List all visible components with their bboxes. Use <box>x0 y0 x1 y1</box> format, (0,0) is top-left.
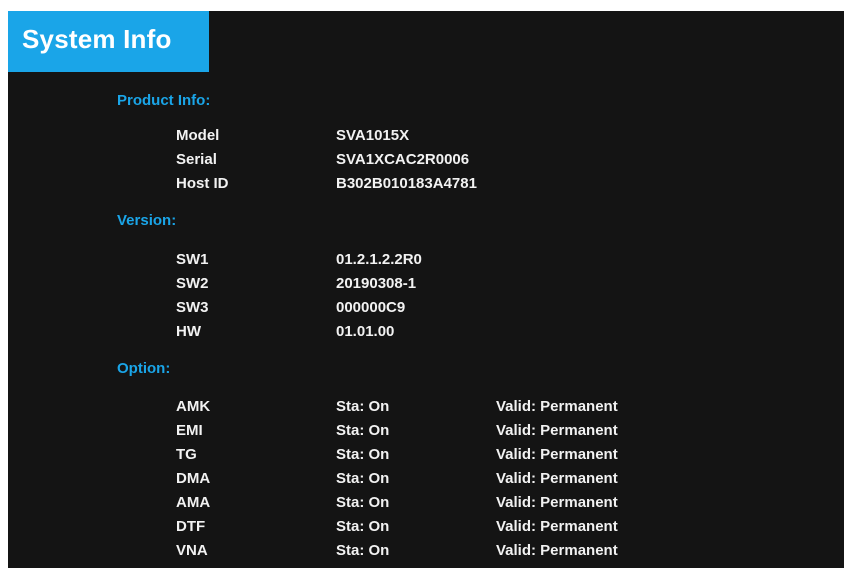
version-row-sw1: SW1 01.2.1.2.2R0 <box>8 251 844 271</box>
option-status: Sta: On <box>336 518 390 535</box>
info-label: Serial <box>176 151 217 168</box>
option-row-dma: DMA Sta: On Valid: Permanent <box>8 470 844 490</box>
option-validity: Valid: Permanent <box>496 422 618 439</box>
version-label: SW3 <box>176 299 209 316</box>
version-row-sw2: SW2 20190308-1 <box>8 275 844 295</box>
option-status: Sta: On <box>336 398 390 415</box>
option-name: EMI <box>176 422 203 439</box>
option-name: DTF <box>176 518 206 535</box>
product-info-heading: Product Info: <box>117 92 211 109</box>
option-validity: Valid: Permanent <box>496 398 618 415</box>
version-value: 01.2.1.2.2R0 <box>336 251 422 268</box>
title-tab: System Info <box>8 11 209 72</box>
version-row-sw3: SW3 000000C9 <box>8 299 844 319</box>
info-value: B302B010183A4781 <box>336 175 477 192</box>
version-value: 01.01.00 <box>336 323 395 340</box>
info-value: SVA1015X <box>336 127 410 144</box>
info-row-host-id: Host ID B302B010183A4781 <box>8 175 844 195</box>
option-validity: Valid: Permanent <box>496 446 618 463</box>
option-validity: Valid: Permanent <box>496 494 618 511</box>
option-heading: Option: <box>117 360 171 377</box>
option-status: Sta: On <box>336 446 390 463</box>
option-row-emi: EMI Sta: On Valid: Permanent <box>8 422 844 442</box>
option-name: VNA <box>176 542 208 559</box>
info-value: SVA1XCAC2R0006 <box>336 151 470 168</box>
option-status: Sta: On <box>336 542 390 559</box>
option-name: TG <box>176 446 197 463</box>
info-label: Host ID <box>176 175 229 192</box>
info-row-serial: Serial SVA1XCAC2R0006 <box>8 151 844 171</box>
system-info-screen: System Info Product Info: Model SVA1015X… <box>8 11 844 568</box>
option-status: Sta: On <box>336 470 390 487</box>
version-value: 20190308-1 <box>336 275 417 292</box>
version-label: SW1 <box>176 251 209 268</box>
page-title: System Info <box>22 24 172 54</box>
info-label: Model <box>176 127 220 144</box>
version-row-hw: HW 01.01.00 <box>8 323 844 343</box>
option-name: DMA <box>176 470 211 487</box>
option-row-vna: VNA Sta: On Valid: Permanent <box>8 542 844 562</box>
version-label: HW <box>176 323 201 340</box>
option-name: AMA <box>176 494 211 511</box>
option-status: Sta: On <box>336 422 390 439</box>
option-validity: Valid: Permanent <box>496 518 618 535</box>
version-label: SW2 <box>176 275 209 292</box>
option-validity: Valid: Permanent <box>496 470 618 487</box>
info-row-model: Model SVA1015X <box>8 127 844 147</box>
option-row-tg: TG Sta: On Valid: Permanent <box>8 446 844 466</box>
option-row-dtf: DTF Sta: On Valid: Permanent <box>8 518 844 538</box>
version-value: 000000C9 <box>336 299 406 316</box>
option-status: Sta: On <box>336 494 390 511</box>
option-row-ama: AMA Sta: On Valid: Permanent <box>8 494 844 514</box>
option-row-amk: AMK Sta: On Valid: Permanent <box>8 398 844 418</box>
version-heading: Version: <box>117 212 177 229</box>
option-name: AMK <box>176 398 211 415</box>
option-validity: Valid: Permanent <box>496 542 618 559</box>
